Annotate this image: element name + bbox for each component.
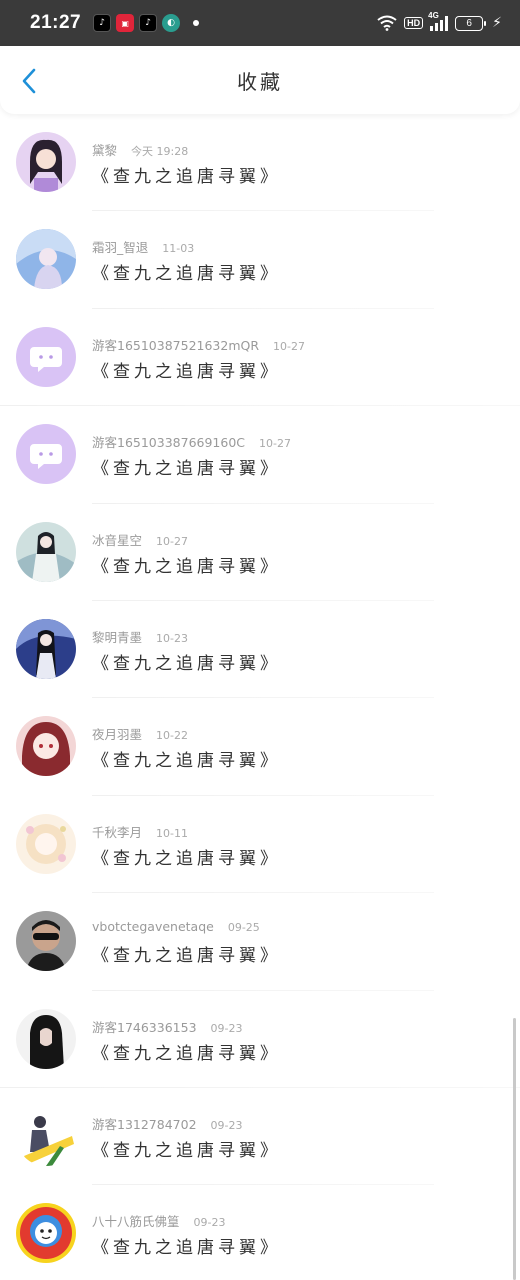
avatar[interactable] xyxy=(16,716,76,777)
book-title: 《查九之追唐寻翼》 xyxy=(92,361,281,382)
item-date: 10-22 xyxy=(156,729,188,743)
list-item[interactable]: 游客1746336153 09-23 《查九之追唐寻翼》 xyxy=(0,991,520,1088)
item-meta: 黛黎 今天 19:28 xyxy=(92,140,188,159)
user-name: 游客1746336153 xyxy=(92,1019,197,1035)
item-date: 09-25 xyxy=(227,921,260,935)
item-date: 09-23 xyxy=(210,1118,243,1132)
nav-bar: 收藏 xyxy=(0,46,520,114)
user-name: 夜月羽墨 xyxy=(92,727,143,743)
user-name: 霜羽_智退 xyxy=(92,240,149,256)
item-meta: 游客1312784702 09-23 xyxy=(92,1114,243,1133)
item-meta: vbotctegavenetaqe 09-25 xyxy=(92,919,260,934)
user-name: 八十八筋氏佛篁 xyxy=(92,1214,180,1230)
status-time: 21:27 xyxy=(30,12,82,33)
book-title: 《查九之追唐寻翼》 xyxy=(92,848,281,869)
book-title: 《查九之追唐寻翼》 xyxy=(92,946,281,967)
list-item[interactable]: 游客1312784702 09-23 《查九之追唐寻翼》 xyxy=(0,1088,520,1186)
list-item[interactable]: 夜月羽墨 10-22 《查九之追唐寻翼》 xyxy=(0,698,520,796)
avatar[interactable] xyxy=(16,132,76,192)
avatar[interactable] xyxy=(16,911,76,972)
app-icon: ▣ xyxy=(116,14,135,32)
charging-icon: ⚡ xyxy=(492,15,502,31)
book-title: 《查九之追唐寻翼》 xyxy=(92,1238,281,1259)
item-date: 10-27 xyxy=(259,437,291,451)
user-name: 黎明青墨 xyxy=(92,629,143,645)
book-title: 《查九之追唐寻翼》 xyxy=(92,1140,281,1161)
book-title: 《查九之追唐寻翼》 xyxy=(92,459,281,480)
tiktok-icon: ♪ xyxy=(93,14,112,32)
book-title: 《查九之追唐寻翼》 xyxy=(92,751,281,772)
avatar[interactable] xyxy=(16,1008,76,1069)
avatar[interactable] xyxy=(16,1105,76,1166)
avatar[interactable] xyxy=(16,229,76,290)
back-arrow-icon xyxy=(22,68,36,94)
network-type: 4G xyxy=(428,11,439,20)
list-item[interactable]: 八十八筋氏佛篁 09-23 《查九之追唐寻翼》 xyxy=(0,1185,520,1280)
item-meta: 霜羽_智退 11-03 xyxy=(92,237,194,256)
app-icon: ◐ xyxy=(162,14,181,32)
scrollbar[interactable] xyxy=(513,1018,516,1280)
item-meta: 游客16510387521632mQR 10-27 xyxy=(92,335,305,354)
avatar[interactable] xyxy=(16,1203,76,1264)
list-item[interactable]: vbotctegavenetaqe 09-25 《查九之追唐寻翼》 xyxy=(0,893,520,991)
item-meta: 游客1746336153 09-23 xyxy=(92,1017,243,1036)
avatar[interactable] xyxy=(16,813,76,874)
item-meta: 夜月羽墨 10-22 xyxy=(92,724,188,743)
user-name: vbotctegavenetaqe xyxy=(92,919,214,935)
avatar[interactable] xyxy=(16,618,76,679)
list-item[interactable]: 游客16510387521632mQR 10-27 《查九之追唐寻翼》 xyxy=(0,309,520,407)
wifi-icon xyxy=(377,15,397,31)
book-title: 《查九之追唐寻翼》 xyxy=(92,264,281,285)
item-date: 09-23 xyxy=(210,1021,243,1035)
favorites-screen: 21:27 ♪ ▣ ♪ ◐ HD 4G 6 ⚡ 收藏 黛黎 今天 19:28 《… xyxy=(0,0,520,1280)
avatar[interactable] xyxy=(16,424,76,485)
favorites-list: 黛黎 今天 19:28 《查九之追唐寻翼》 霜羽_智退 11-03 《查九之追唐寻翼… xyxy=(0,114,520,1280)
book-title: 《查九之追唐寻翼》 xyxy=(92,1043,281,1064)
signal-icon: 4G xyxy=(428,11,449,31)
list-item[interactable]: 霜羽_智退 11-03 《查九之追唐寻翼》 xyxy=(0,211,520,309)
list-item[interactable]: 黎明青墨 10-23 《查九之追唐寻翼》 xyxy=(0,601,520,699)
list-item[interactable]: 黛黎 今天 19:28 《查九之追唐寻翼》 xyxy=(0,114,520,212)
item-meta: 冰音星空 10-27 xyxy=(92,530,188,549)
avatar[interactable] xyxy=(16,521,76,582)
item-date: 10-27 xyxy=(156,534,188,548)
item-date: 今天 19:28 xyxy=(131,145,189,158)
item-date: 10-11 xyxy=(156,826,188,840)
user-name: 游客16510387521632mQR xyxy=(92,337,260,353)
user-name: 冰音星空 xyxy=(92,532,143,548)
list-item[interactable]: 游客1651033876691​60C 10-27 《查九之追唐寻翼》 xyxy=(0,406,520,504)
item-date: 09-23 xyxy=(193,1216,226,1230)
user-name: 游客1651033876691​60C xyxy=(92,435,246,451)
battery-icon: 6 xyxy=(455,15,487,31)
book-title: 《查九之追唐寻翼》 xyxy=(92,556,281,577)
user-name: 黛黎 xyxy=(92,143,118,158)
item-meta: 八十八筋氏佛篁 09-23 xyxy=(92,1211,225,1230)
back-button[interactable] xyxy=(16,66,42,96)
hd-badge: HD xyxy=(404,17,424,29)
book-title: 《查九之追唐寻翼》 xyxy=(92,653,281,674)
user-name: 千秋李月 xyxy=(92,824,143,840)
item-date: 11-03 xyxy=(162,242,195,256)
list-item[interactable]: 冰音星空 10-27 《查九之追唐寻翼》 xyxy=(0,504,520,601)
item-meta: 黎明青墨 10-23 xyxy=(92,627,188,646)
avatar[interactable] xyxy=(16,326,76,387)
system-icons: HD 4G 6 ⚡ xyxy=(377,11,502,31)
item-date: 10-23 xyxy=(156,631,188,645)
tiktok-icon: ♪ xyxy=(139,14,158,32)
notification-icons: ♪ ▣ ♪ ◐ xyxy=(93,14,200,32)
page-title: 收藏 xyxy=(237,69,283,94)
item-meta: 千秋李月 10-11 xyxy=(92,822,188,841)
item-meta: 游客1651033876691​60C 10-27 xyxy=(92,432,291,451)
status-bar: 21:27 ♪ ▣ ♪ ◐ HD 4G 6 ⚡ xyxy=(0,0,520,46)
book-title: 《查九之追唐寻翼》 xyxy=(92,167,281,187)
more-notifications-dot xyxy=(193,20,200,26)
list-item[interactable]: 千秋李月 10-11 《查九之追唐寻翼》 xyxy=(0,796,520,894)
user-name: 游客1312784702 xyxy=(92,1116,197,1132)
item-date: 10-27 xyxy=(273,339,306,353)
